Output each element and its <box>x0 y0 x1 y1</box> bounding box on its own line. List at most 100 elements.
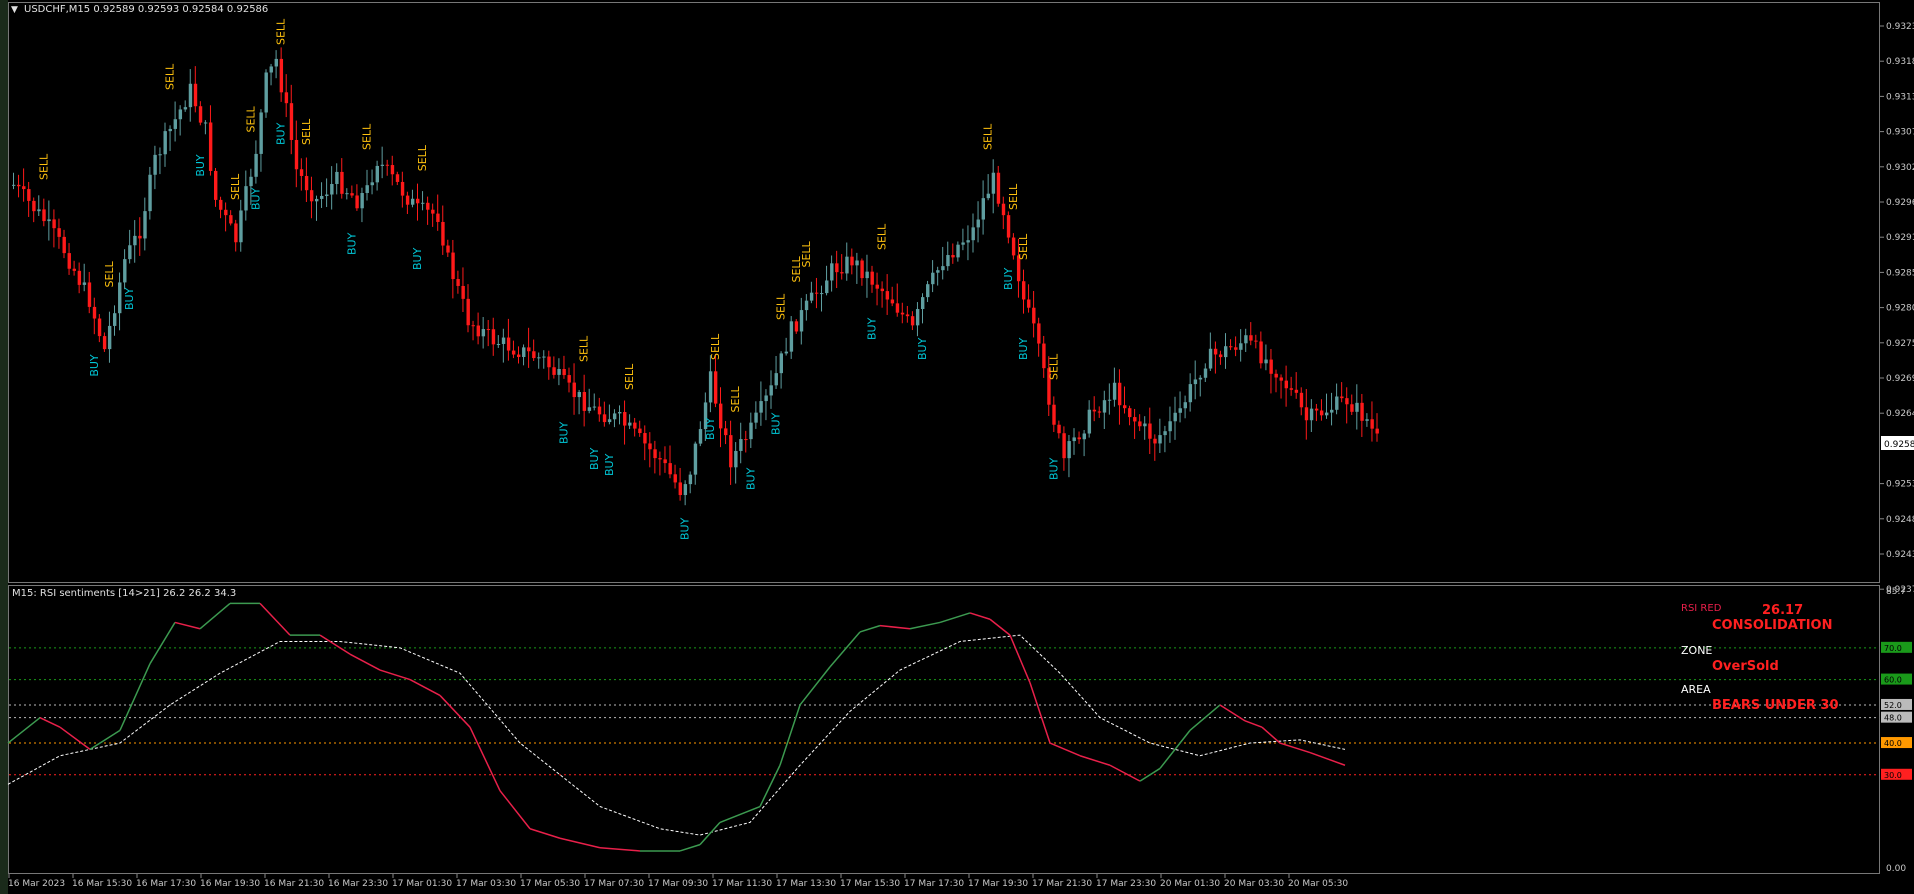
candle-body <box>426 202 430 210</box>
candle-body <box>1269 359 1273 374</box>
rsi-level-label: 52.0 <box>1884 701 1902 710</box>
candle-body <box>87 282 92 307</box>
candle-body <box>12 184 16 186</box>
candle-body <box>289 103 294 140</box>
candle-body <box>754 412 758 423</box>
candle-body <box>198 106 203 123</box>
rsi-value: 26.17 <box>1762 603 1803 618</box>
time-tick-label: 17 Mar 03:30 <box>456 879 516 889</box>
rsi-level-label: 70.0 <box>1884 644 1902 653</box>
candle-body <box>749 422 753 440</box>
chart-window[interactable]: 0.9323 0.9318 0.9313 0.9307 0.9302 0.9296 0.92… <box>0 0 1914 894</box>
candle-body <box>1224 346 1228 358</box>
sell-signal: SELL <box>800 240 813 267</box>
collapse-arrow-icon[interactable]: ▼ <box>11 5 18 15</box>
candle-body <box>865 271 869 279</box>
time-tick-label: 17 Mar 11:30 <box>712 879 772 889</box>
buy-signal: BUY <box>123 287 136 310</box>
buy-signal: BUY <box>88 354 101 377</box>
candle-body <box>1097 411 1102 413</box>
rsi-level-label: 30.0 <box>1884 771 1902 780</box>
buy-signal: BUY <box>916 337 929 360</box>
candle-body <box>1163 431 1167 436</box>
zone-label: ZONE <box>1681 644 1712 657</box>
candle-body <box>825 280 829 294</box>
candle-body <box>830 263 834 281</box>
candle-body <box>966 240 970 243</box>
candle-body <box>744 439 748 441</box>
sell-signal: SELL <box>37 153 50 180</box>
sell-signal: SELL <box>775 293 788 320</box>
indicator-frame[interactable] <box>8 585 1880 874</box>
price-axis: 0.9323 0.9318 0.9313 0.9307 0.9302 0.9296 0.92… <box>1880 22 1914 595</box>
sell-signal: SELL <box>300 118 313 145</box>
candle-body <box>1006 215 1011 238</box>
rsi-segment <box>199 602 231 630</box>
candle-body <box>643 433 647 444</box>
candle-body <box>219 199 223 210</box>
candle-body <box>759 401 763 413</box>
candle-body <box>279 58 284 93</box>
candle-body <box>678 482 682 496</box>
candle-body <box>208 122 213 171</box>
candle-body <box>214 170 218 200</box>
candle-body <box>249 176 253 187</box>
candle-body <box>996 172 1001 204</box>
sell-signal: SELL <box>982 123 995 150</box>
candle-body <box>405 195 410 205</box>
rsi-segment <box>259 602 291 636</box>
rsi-segment <box>559 837 601 849</box>
candle-body <box>52 219 56 229</box>
sell-signal: SELL <box>361 123 374 150</box>
candle-body <box>1082 433 1086 440</box>
candle-body <box>1208 348 1213 369</box>
candle-body <box>1027 299 1031 308</box>
candle-body <box>895 303 900 313</box>
candle-body <box>1249 335 1253 341</box>
rsi-segment <box>1049 742 1081 757</box>
price-tick-label: 0.9253 <box>1886 480 1914 490</box>
candle-body <box>1143 423 1147 427</box>
candle-body <box>1244 335 1248 344</box>
rsi-segment <box>439 694 471 728</box>
candle-body <box>648 443 652 450</box>
sell-signal: SELL <box>229 173 242 200</box>
candle-body <box>309 190 314 202</box>
time-tick-label: 17 Mar 23:30 <box>1096 879 1156 889</box>
candle-body <box>915 309 920 326</box>
candle-body <box>446 245 450 253</box>
buy-signal: BUY <box>557 421 570 444</box>
buy-signal: BUY <box>275 122 288 145</box>
candle-body <box>400 181 405 196</box>
sell-signal: SELL <box>876 223 889 250</box>
candle-body <box>532 351 536 359</box>
candle-body <box>729 435 733 468</box>
candle-body <box>1148 423 1152 439</box>
candle-body <box>234 223 238 243</box>
current-price-label: 0.9258 <box>1884 440 1914 450</box>
candle-body <box>860 260 864 279</box>
rsi-segment <box>1029 682 1051 744</box>
candle-body <box>82 282 87 285</box>
rsi-segment <box>989 618 1011 636</box>
candle-body <box>1279 377 1283 381</box>
candle-body <box>1037 323 1041 344</box>
candle-body <box>552 367 556 375</box>
rsi-info-panel: RSI RED 26.17 CONSOLIDATION ZONE OverSol… <box>1681 603 1838 713</box>
candle-body <box>345 193 349 195</box>
candle-body <box>365 185 369 194</box>
candle-body <box>1057 424 1061 434</box>
candle-body <box>809 292 814 301</box>
rsi-segment <box>379 669 411 681</box>
price-tick-label: 0.9264 <box>1886 409 1914 419</box>
rsi-segment <box>1079 755 1111 766</box>
indicator-header: M15: RSI sentiments [14>21] 26.2 26.2 34… <box>12 588 236 599</box>
candle-body <box>537 357 541 359</box>
price-chart-frame[interactable] <box>8 2 1880 583</box>
sell-signal: SELL <box>1007 183 1020 210</box>
rsi-segment <box>909 621 941 630</box>
candle-body <box>264 72 268 113</box>
time-tick-label: 16 Mar 23:30 <box>328 879 388 889</box>
rsi-segment <box>779 704 801 766</box>
candle-body <box>1042 343 1046 369</box>
